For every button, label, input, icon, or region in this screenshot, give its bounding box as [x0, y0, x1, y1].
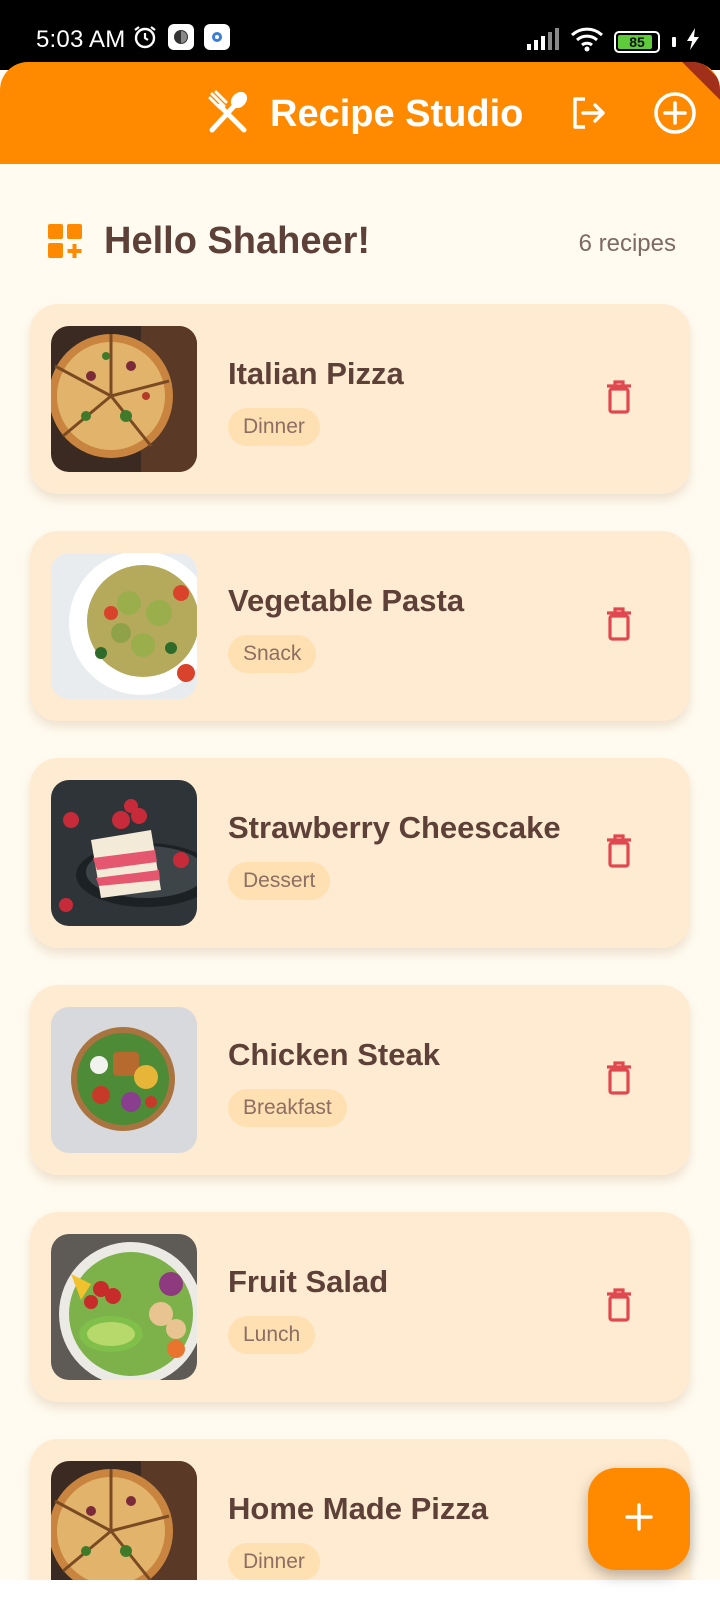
- add-circle-icon: [653, 91, 697, 140]
- recipe-name: Italian Pizza: [228, 356, 404, 391]
- plus-icon: [624, 1502, 654, 1537]
- delete-button[interactable]: [596, 376, 642, 422]
- trash-icon: [604, 379, 634, 420]
- trash-icon: [604, 1287, 634, 1328]
- trash-icon: [604, 1060, 634, 1101]
- delete-button[interactable]: [596, 1284, 642, 1330]
- recipe-name: Strawberry Cheescake: [228, 810, 561, 845]
- signal-icon: [526, 28, 560, 55]
- pasta-image: [51, 553, 197, 699]
- wifi-icon: [570, 26, 604, 57]
- category-tag: Dinner: [228, 1543, 320, 1581]
- greeting: Hello Shaheer!: [104, 220, 371, 262]
- app-title: Recipe Studio: [270, 93, 524, 135]
- recipe-card[interactable]: Chicken Steak Breakfast: [30, 985, 690, 1175]
- fork-spoon-icon: [206, 90, 250, 139]
- category-tag: Breakfast: [228, 1089, 347, 1127]
- logout-button[interactable]: [566, 92, 612, 138]
- salad-plate-image: [51, 1234, 197, 1380]
- salad-bowl-image: [51, 1007, 197, 1153]
- recipe-name: Fruit Salad: [228, 1264, 389, 1299]
- pizza-image: [51, 326, 197, 472]
- recipe-count: 6 recipes: [578, 230, 676, 257]
- alarm-icon: [132, 24, 158, 50]
- trash-icon: [604, 606, 634, 647]
- logout-icon: [569, 93, 609, 138]
- recipe-name: Vegetable Pasta: [228, 583, 465, 618]
- recipe-name: Chicken Steak: [228, 1037, 440, 1072]
- status-time: 5:03 AM: [36, 26, 126, 53]
- category-tag: Dessert: [228, 862, 331, 900]
- battery-icon: 85: [614, 30, 660, 53]
- app-bar: Recipe Studio: [0, 62, 720, 164]
- category-tag: Lunch: [228, 1316, 316, 1354]
- status-bar: 5:03 AM 85: [0, 0, 720, 70]
- focus-icon: [168, 24, 194, 50]
- cheesecake-image: [51, 780, 197, 926]
- recipe-card[interactable]: Italian Pizza Dinner: [30, 304, 690, 494]
- add-recipe-fab[interactable]: [588, 1468, 690, 1570]
- delete-button[interactable]: [596, 1057, 642, 1103]
- recipe-card[interactable]: Fruit Salad Lunch: [30, 1212, 690, 1402]
- navigation-bar: [0, 1580, 720, 1600]
- recipe-card[interactable]: Vegetable Pasta Snack: [30, 531, 690, 721]
- add-recipe-button[interactable]: [652, 91, 698, 140]
- battery-level: 85: [629, 33, 645, 50]
- category-tag: Snack: [228, 635, 317, 673]
- charging-icon: [686, 28, 700, 55]
- delete-button[interactable]: [596, 830, 642, 876]
- recipe-card[interactable]: Strawberry Cheescake Dessert: [30, 758, 690, 948]
- trash-icon: [604, 833, 634, 874]
- greeting-row: Hello Shaheer! 6 recipes: [46, 218, 676, 268]
- dashboard-add-icon: [48, 224, 84, 265]
- recipe-name: Home Made Pizza: [228, 1491, 489, 1526]
- delete-button[interactable]: [596, 603, 642, 649]
- settings-icon: [204, 24, 230, 50]
- category-tag: Dinner: [228, 408, 320, 446]
